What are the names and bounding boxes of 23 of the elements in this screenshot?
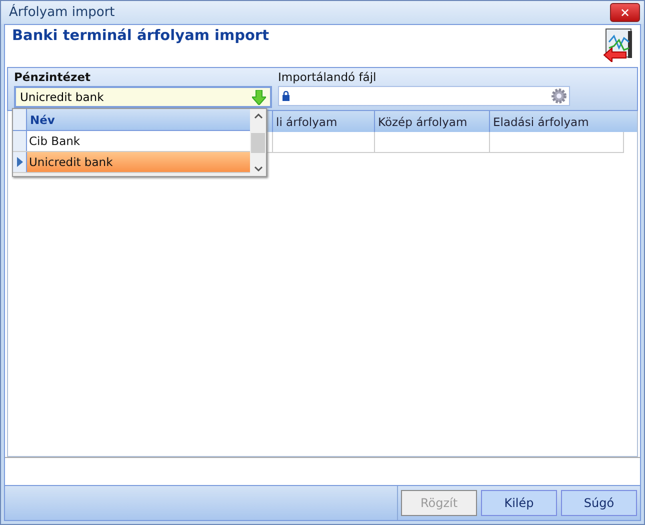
column-header: Név: [29, 112, 56, 129]
field-label: Importálandó fájl: [278, 70, 378, 84]
column-header: li árfolyam: [273, 111, 375, 132]
scroll-up-icon[interactable]: [254, 113, 262, 119]
file-field[interactable]: [278, 86, 570, 106]
column-header: Közép árfolyam: [375, 111, 490, 132]
chart-import-icon: [602, 28, 634, 62]
scroll-down-icon[interactable]: [254, 166, 262, 172]
down-arrow-icon: [252, 90, 266, 104]
list-row[interactable]: Unicredit bank: [13, 152, 250, 173]
footer-button[interactable]: Súgó: [561, 490, 637, 516]
bank-combo[interactable]: Unicredit bank: [14, 86, 272, 108]
lock-icon: [282, 91, 290, 101]
page-title: Banki terminál árfolyam import: [12, 28, 270, 46]
row-pointer-icon: [16, 157, 22, 167]
footer-button[interactable]: Kilép: [481, 490, 557, 516]
column-header: Eladási árfolyam: [492, 114, 590, 131]
gear-icon[interactable]: [551, 88, 567, 104]
close-button[interactable]: ✕: [610, 3, 640, 22]
scrollbar[interactable]: [250, 109, 266, 176]
field-label: Pénzintézet: [14, 70, 92, 84]
list-row[interactable]: Cib Bank: [13, 131, 250, 152]
window-title: Árfolyam import: [9, 5, 115, 20]
